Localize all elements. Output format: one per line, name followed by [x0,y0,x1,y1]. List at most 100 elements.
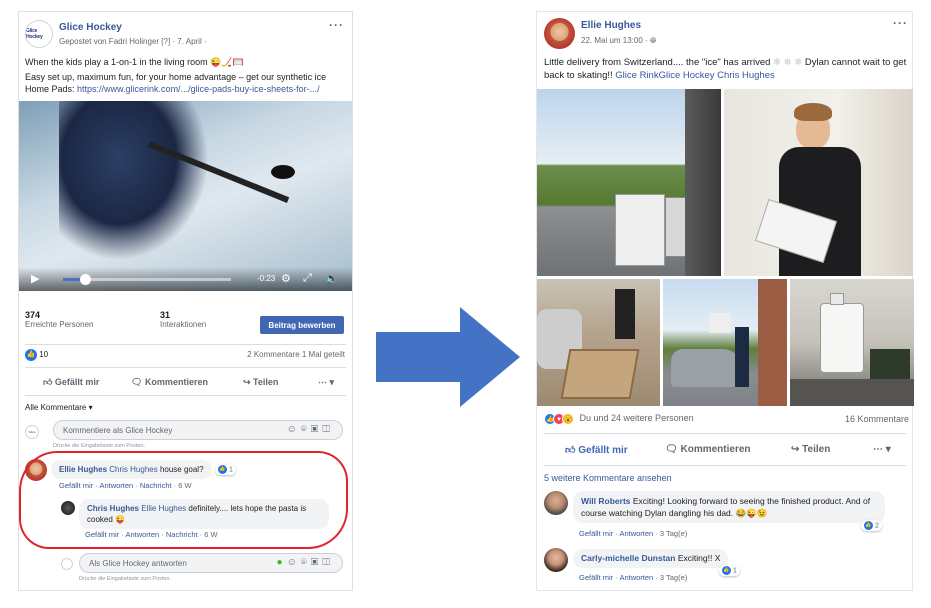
post-actions: 👍︎ Gefällt mir 🗨 Kommentieren ↪ Teilen ⋯… [537,439,914,463]
post-text-part1: Little delivery from Switzerland.... the… [544,57,774,68]
comment-button[interactable]: 🗨 Kommentieren [131,377,208,388]
divider [25,344,346,345]
comments-count[interactable]: 16 Kommentare [845,414,909,424]
post-text-line2: Easy set up, maximum fun, for your home … [25,72,327,94]
divider [544,465,906,466]
reach-stat: 374 Erreichte Personen [25,310,93,329]
play-icon[interactable]: ▶ [31,272,39,285]
comment-like-link[interactable]: Gefällt mir [579,573,613,582]
avatar[interactable] [544,548,568,572]
likes-row: 👍 10 2 Kommentare 1 Mal geteilt [25,349,345,363]
share-icon: ↪ [243,377,254,387]
view-more-comments-link[interactable]: 5 weitere Kommentare ansehen [544,473,672,483]
like-reaction-icon: 👍 [722,566,731,575]
comment-like-link[interactable]: Gefällt mir [579,529,613,538]
right-post: Ellie Hughes 22. Mai um 13:00 · 🌐︎ ··· L… [536,11,914,591]
audience-dropdown[interactable]: ⋯ ▾ [873,444,891,455]
more-options-icon[interactable]: ··· [329,18,344,32]
photo-cleaning-kit[interactable] [790,279,914,406]
enter-hint: Drücke die Eingabetaste zum Posten. [79,576,172,582]
comment-actions: Gefällt mir · Antworten · 3 Tag(e) [579,573,688,582]
video-controls: ▶ -0:23 ⚙ ⤢ 🔈 [19,267,352,291]
interactions-value: 31 [160,310,171,320]
reach-value: 374 [25,310,41,320]
page-name[interactable]: Glice Hockey [59,22,122,33]
comment-reply-link[interactable]: Antworten [619,573,653,582]
reply-input[interactable]: Als Glice Hockey antworten ●☺⌾▣◫ [79,553,343,573]
post-tags[interactable]: Glice RinkGlice Hockey Chris Hughes [615,70,774,81]
interactions-label: Interaktionen [160,320,207,329]
audience-dropdown[interactable]: ⋯ ▾ [318,377,334,388]
post-text: Little delivery from Switzerland.... the… [544,56,909,82]
comment-input[interactable]: Kommentiere als Glice Hockey ☺⌾▣◫ [53,420,343,440]
thumbs-up-icon: 👍︎ [43,377,55,387]
post-author[interactable]: Ellie Hughes [581,20,641,31]
all-comments-filter[interactable]: Alle Kommentare ▾ [25,403,93,412]
photo-boy-with-box[interactable] [724,89,913,276]
post-time[interactable]: 22. Mai um 13:00 · 🌐︎ [581,36,656,46]
volume-icon[interactable]: 🔈 [325,272,339,285]
post-header: Glice Hockey Glice Hockey Gepostet von F… [25,18,347,50]
reply-placeholder: Als Glice Hockey antworten [89,559,187,568]
video-player[interactable]: ▶ -0:23 ⚙ ⤢ 🔈 [19,101,352,291]
interactions-stat: 31 Interaktionen [160,310,206,329]
share-button[interactable]: ↪ Teilen [243,377,278,388]
like-button[interactable]: 👍︎ Gefällt mir [565,444,628,456]
fullscreen-icon[interactable]: ⤢ [303,272,312,285]
comment-reactions[interactable]: 👍 2 [861,520,882,531]
avatar[interactable] [544,491,568,515]
comment-author[interactable]: Will Roberts [581,496,631,506]
photo-driveway[interactable] [537,279,660,406]
comment-button[interactable]: 🗨 Kommentieren [665,444,751,455]
reach-label: Erreichte Personen [25,320,94,329]
comment-reactions[interactable]: 👍 1 [719,565,740,576]
more-options-icon[interactable]: ··· [893,16,908,30]
reactions-row: 👍 ♥ 😮 Du und 24 weitere Personen 16 Kommen… [544,413,909,427]
highlight-circle [19,451,348,549]
comment-tool-icons[interactable]: ☺⌾▣◫ [287,424,334,435]
post-link[interactable]: https://www.glicerink.com/.../glice-pads… [77,84,320,94]
comment-bubble: Will Roberts Exciting! Looking forward t… [573,491,885,523]
divider [25,395,346,396]
share-icon: ↪ [791,444,803,455]
puck [271,165,295,179]
comments-shares-count[interactable]: 2 Kommentare 1 Mal geteilt [247,350,345,359]
reactions-text[interactable]: Du und 24 weitere Personen [580,413,694,423]
comment-time: 3 Tag(e) [659,573,688,582]
share-button[interactable]: ↪ Teilen [791,444,830,455]
like-button[interactable]: 👍︎ Gefällt mir [43,377,99,388]
video-scrub-handle[interactable] [79,274,91,285]
divider [544,433,906,434]
post-actions: 👍︎ Gefällt mir 🗨 Kommentieren ↪ Teilen ⋯… [19,372,352,394]
comment-bubble: Carly-michelle Dunstan Exciting!! X [573,549,729,568]
snowflake-icons: ❄ ❄ ❄ [773,57,803,68]
arrow-icon [376,307,520,407]
like-reaction-icon: 👍 [25,349,37,361]
comment-icon: 🗨 [665,444,681,455]
likes-count[interactable]: 10 [39,350,48,359]
post-text: When the kids play a 1-on-1 in the livin… [25,56,350,98]
replier-logo [61,558,73,570]
comment-actions: Gefällt mir · Antworten · 3 Tag(e) [579,529,688,538]
globe-icon: 🌐︎ [649,36,657,45]
comment-reply-link[interactable]: Antworten [619,529,653,538]
comment-author[interactable]: Carly-michelle Dunstan [581,553,675,563]
video-frame [59,101,209,261]
thumbs-up-icon: 👍︎ [565,445,579,456]
post-text-line1: When the kids play a 1-on-1 in the livin… [25,57,244,67]
reply-tool-icons[interactable]: ●☺⌾▣◫ [277,557,334,568]
settings-icon[interactable]: ⚙ [281,272,291,285]
comment-time: 3 Tag(e) [659,529,688,538]
photo-delivery-van[interactable] [537,89,721,276]
page-logo[interactable]: Glice Hockey [25,20,53,48]
post-meta: Gepostet von Fadri Holinger [?] · 7. Apr… [59,37,207,46]
photo-grid [537,89,914,407]
photo-street[interactable] [663,279,787,406]
commenter-logo: Glice [25,425,39,439]
comment-placeholder: Kommentiere als Glice Hockey [63,426,173,435]
avatar[interactable] [544,18,575,49]
boost-post-button[interactable]: Beitrag bewerben [260,316,344,334]
comment-text: Exciting!! X [675,553,721,563]
video-time: -0:23 [257,274,276,283]
divider [25,367,346,368]
